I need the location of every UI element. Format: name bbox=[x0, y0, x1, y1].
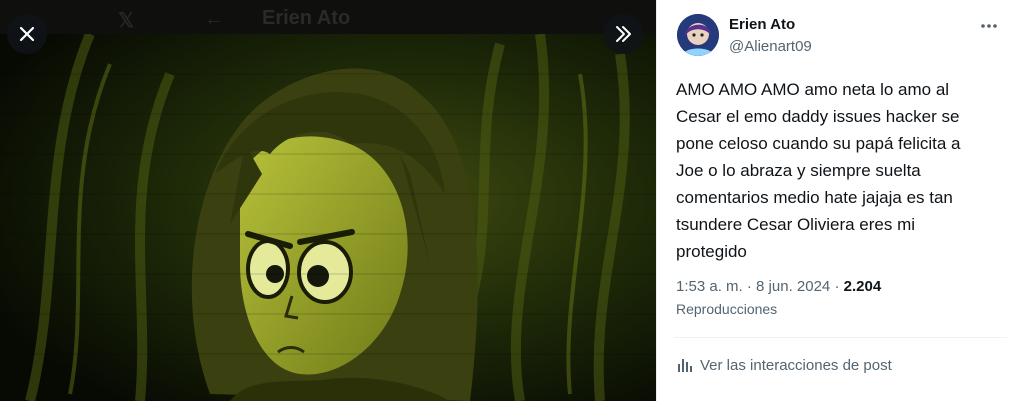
view-interactions-link[interactable]: Ver las interacciones de post bbox=[676, 356, 892, 374]
tweet-metadata: 1:53 a. m. · 8 jun. 2024 · 2.204 bbox=[676, 278, 881, 295]
tweet-media-image bbox=[0, 34, 656, 401]
analytics-bars-icon bbox=[678, 359, 692, 372]
tweet-date[interactable]: 8 jun. 2024 bbox=[756, 278, 830, 295]
avatar-image bbox=[677, 14, 719, 56]
back-arrow-icon: ← bbox=[204, 8, 224, 30]
more-options-button[interactable] bbox=[977, 14, 1001, 38]
view-interactions-label: Ver las interacciones de post bbox=[700, 356, 892, 374]
divider bbox=[674, 337, 1007, 338]
views-count: 2.204 bbox=[843, 278, 882, 295]
close-icon bbox=[19, 26, 35, 42]
meta-separator: · bbox=[834, 278, 840, 295]
views-label: Reproducciones bbox=[676, 301, 778, 317]
x-logo-icon: 𝕏 bbox=[118, 10, 135, 32]
tweet-detail-panel: Erien Ato @Alienart09 AMO AMO AMO amo ne… bbox=[656, 0, 1013, 401]
expand-panel-button[interactable] bbox=[603, 14, 643, 54]
background-profile-header: 𝕏 ← Erien Ato bbox=[0, 0, 656, 34]
background-profile-title: Erien Ato bbox=[262, 7, 351, 29]
media-viewer: 𝕏 ← Erien Ato bbox=[0, 0, 656, 401]
more-horizontal-icon bbox=[981, 24, 997, 28]
author-name[interactable]: Erien Ato bbox=[729, 16, 795, 33]
tweet-time[interactable]: 1:53 a. m. bbox=[676, 278, 743, 295]
tweet-text: AMO AMO AMO amo neta lo amo al Cesar el … bbox=[676, 80, 961, 261]
meta-separator: · bbox=[746, 278, 752, 295]
close-media-button[interactable] bbox=[7, 14, 47, 54]
double-chevron-right-icon bbox=[616, 26, 631, 42]
avatar[interactable] bbox=[677, 14, 719, 56]
author-handle[interactable]: @Alienart09 bbox=[729, 38, 812, 55]
